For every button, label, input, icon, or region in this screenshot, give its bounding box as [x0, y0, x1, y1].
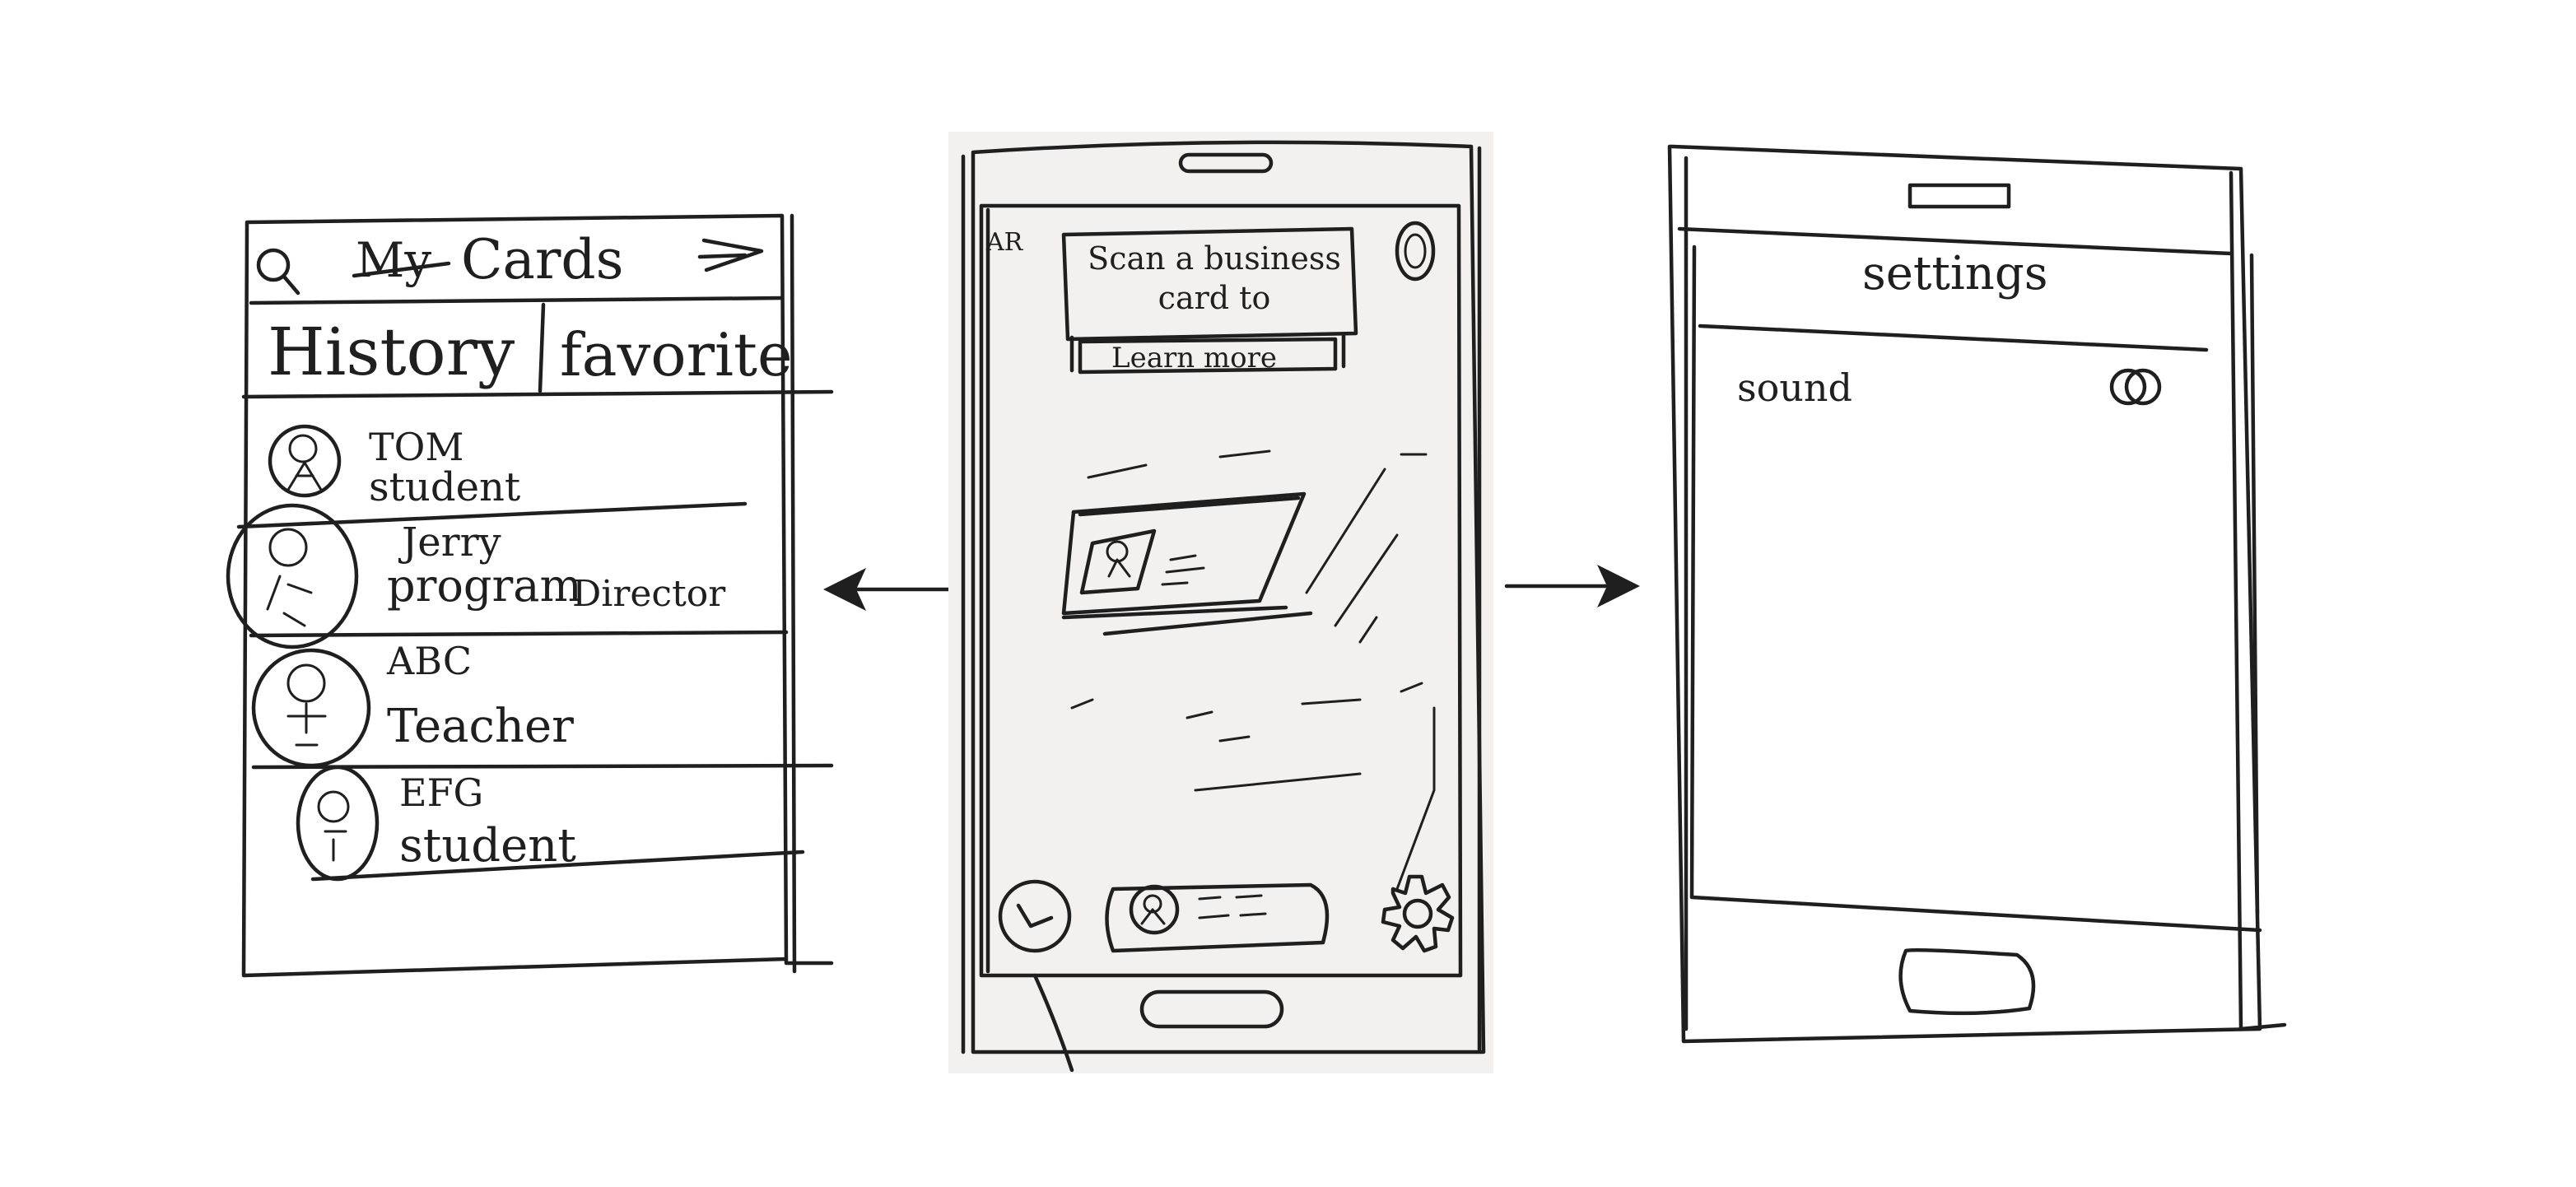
settings-title: settings [1862, 247, 2048, 300]
contact-name[interactable]: ABC [387, 642, 472, 680]
brand-label: AR [986, 228, 1023, 257]
scan-banner-text: Scan a business card to [1088, 240, 1341, 316]
history-icon[interactable] [998, 879, 1072, 953]
contact-name[interactable]: EFG [399, 774, 483, 812]
contact-role: program [387, 560, 582, 612]
search-icon[interactable] [256, 248, 300, 296]
tab-history[interactable]: History [268, 319, 515, 385]
learn-more-button[interactable]: Learn more [1111, 344, 1277, 372]
arrow-right-icon [1504, 565, 1640, 607]
contact-name[interactable]: Jerry [402, 523, 501, 562]
contact-name[interactable]: TOM [369, 428, 464, 466]
contact-role: student [369, 464, 521, 510]
person-avatar-icon [296, 765, 380, 882]
arrow-left-icon [823, 568, 957, 611]
contact-role: Teacher [387, 700, 574, 753]
struck-title: My [356, 232, 432, 288]
gear-icon[interactable] [1381, 874, 1455, 953]
person-avatar-icon [268, 424, 342, 498]
person-avatar-icon [226, 503, 359, 649]
person-avatar-icon [251, 648, 371, 768]
tab-favorite[interactable]: favorite [560, 325, 793, 384]
business-card-icon[interactable] [1105, 882, 1330, 953]
contact-role-extra: Director [572, 573, 726, 615]
arrow-right-icon[interactable] [697, 238, 764, 272]
sound-label: sound [1737, 365, 1852, 410]
sound-toggle[interactable] [2109, 368, 2162, 406]
page-title: Cards [461, 228, 624, 291]
contact-role: student [399, 819, 576, 873]
